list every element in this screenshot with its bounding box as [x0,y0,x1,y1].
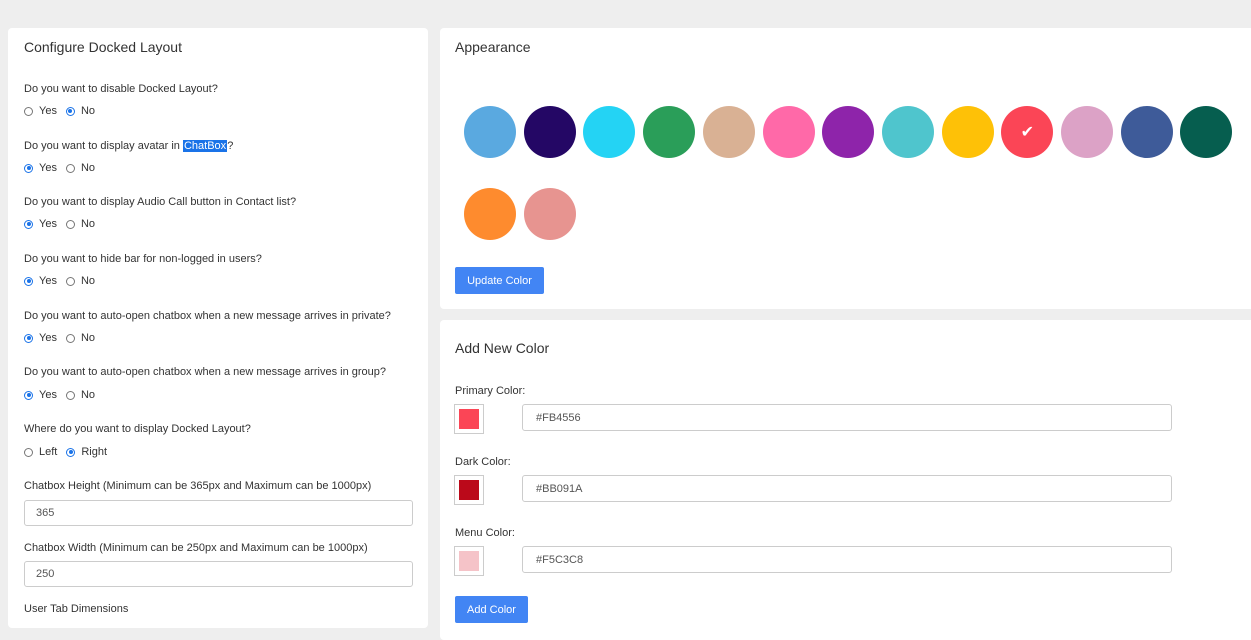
dark-color-picker[interactable] [454,475,484,505]
radio-group-disable-docked: Yes No [24,105,104,117]
radio-group-docked-position: Left Right [24,446,116,458]
radio-yes[interactable] [24,106,33,116]
radio-label: No [80,218,96,230]
radio-no[interactable] [65,390,75,400]
docked-layout-card: Configure Docked Layout Do you want to d… [8,28,428,628]
radio-yes[interactable] [24,333,33,343]
question-audio-call: Do you want to display Audio Call button… [24,196,297,208]
radio-group-auto-open-private: Yes No [24,332,104,344]
radio-label: Yes [39,389,57,401]
radio-yes[interactable] [24,219,33,229]
radio-label: Yes [39,162,57,174]
radio-label: Yes [39,275,57,287]
primary-color-preview [459,409,479,429]
color-swatch[interactable] [464,188,516,240]
color-swatch[interactable] [822,106,875,158]
menu-color-label: Menu Color: [455,527,515,539]
radio-group-display-avatar: Yes No [24,162,104,174]
color-swatch[interactable] [464,106,516,158]
add-new-color-card: Add New Color Primary Color: #FB4556 Dar… [440,320,1251,640]
primary-color-label: Primary Color: [455,385,526,397]
color-swatch[interactable] [1120,106,1173,158]
user-tab-dimensions-label: User Tab Dimensions [24,603,129,615]
radio-no[interactable] [65,333,75,343]
update-color-button[interactable]: Update Color [455,267,544,294]
radio-label: Yes [39,105,57,117]
primary-color-picker[interactable] [454,404,484,434]
add-new-color-title: Add New Color [455,340,550,356]
chatbox-width-input[interactable]: 250 [24,561,413,587]
question-disable-docked: Do you want to disable Docked Layout? [24,83,218,95]
check-icon: ✔ [1020,124,1034,141]
dark-color-input[interactable]: #BB091A [522,475,1172,502]
color-swatch[interactable] [762,106,815,158]
radio-left[interactable] [24,447,33,457]
question-text: Do you want to display avatar in [24,140,183,152]
dark-color-preview [459,480,479,500]
dark-color-label: Dark Color: [455,456,511,468]
radio-yes[interactable] [24,276,33,286]
radio-label: Yes [39,332,57,344]
question-hide-bar: Do you want to hide bar for non-logged i… [24,253,262,265]
radio-label: Yes [39,218,57,230]
add-color-button[interactable]: Add Color [455,596,528,623]
radio-label: Left [39,446,58,458]
radio-label: No [80,275,96,287]
chatbox-height-input[interactable]: 365 [24,500,413,526]
radio-yes[interactable] [24,163,33,173]
chatbox-width-label: Chatbox Width (Minimum can be 250px and … [24,542,368,554]
color-swatch[interactable] [702,106,755,158]
color-swatch[interactable] [1061,106,1113,158]
radio-group-hide-bar: Yes No [24,275,104,287]
color-swatch[interactable] [643,106,696,158]
chatbox-height-label: Chatbox Height (Minimum can be 365px and… [24,480,372,492]
question-text: ? [227,140,234,152]
radio-right[interactable] [66,447,76,457]
docked-layout-title: Configure Docked Layout [24,39,182,55]
primary-color-input[interactable]: #FB4556 [522,404,1172,431]
menu-color-input[interactable]: #F5C3C8 [522,546,1172,573]
color-swatch[interactable] [583,106,636,158]
radio-label: No [80,332,96,344]
radio-label: No [80,162,96,174]
appearance-card: Appearance ✔ Update Color [440,28,1251,309]
radio-group-audio-call: Yes No [24,218,104,230]
color-swatch[interactable] [523,106,576,158]
menu-color-preview [459,551,479,571]
color-swatch[interactable] [881,106,934,158]
color-swatch[interactable]: ✔ [1001,106,1054,158]
question-auto-open-group: Do you want to auto-open chatbox when a … [24,366,386,378]
radio-label: No [80,389,96,401]
color-swatch[interactable] [523,188,576,240]
color-swatch[interactable] [1180,106,1233,158]
radio-group-auto-open-group: Yes No [24,389,104,401]
highlighted-text: ChatBox [182,140,228,152]
color-swatch[interactable] [941,106,994,158]
radio-label: Right [81,446,108,458]
appearance-title: Appearance [455,39,531,55]
radio-no[interactable] [65,276,75,286]
question-auto-open-private: Do you want to auto-open chatbox when a … [24,310,391,322]
radio-no[interactable] [65,219,75,229]
radio-no[interactable] [65,106,75,116]
question-display-avatar: Do you want to display avatar in ChatBox… [24,140,233,152]
menu-color-picker[interactable] [454,546,484,576]
radio-yes[interactable] [24,390,33,400]
radio-no[interactable] [65,163,75,173]
radio-label: No [80,105,96,117]
question-docked-position: Where do you want to display Docked Layo… [24,423,251,435]
